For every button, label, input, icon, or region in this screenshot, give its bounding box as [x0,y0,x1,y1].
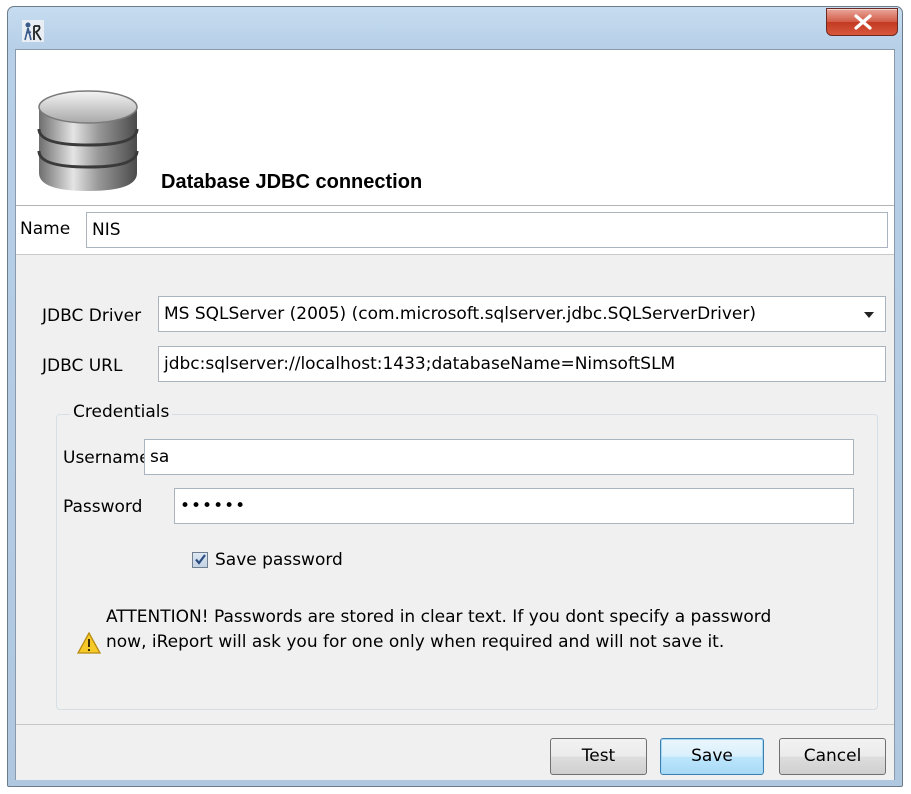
ireport-app-icon [22,20,44,42]
chevron-down-icon [864,312,874,318]
save-password-checkbox[interactable] [192,552,208,568]
warning-triangle-icon [77,632,101,654]
close-x-icon [854,14,872,30]
dialog-window: Database JDBC connection Name NIS JDBC D… [7,6,903,787]
jdbc-url-label: JDBC URL [42,356,123,376]
cancel-button[interactable]: Cancel [779,738,886,775]
button-bar: Test Save Cancel [16,724,894,780]
checkmark-icon [195,554,206,565]
credentials-legend: Credentials [70,402,173,422]
dialog-content: Database JDBC connection Name NIS JDBC D… [15,49,895,780]
close-button[interactable] [826,8,898,36]
username-label: Username [63,448,150,468]
jdbc-driver-label: JDBC Driver [42,306,142,326]
dialog-title: Database JDBC connection [161,171,423,193]
title-bar[interactable] [8,7,902,49]
name-row: Name NIS [16,206,894,255]
name-label: Name [20,219,71,239]
save-password-label[interactable]: Save password [215,550,343,570]
password-input[interactable]: •••••• [174,488,854,524]
jdbc-driver-select[interactable]: MS SQLServer (2005) (com.microsoft.sqlse… [158,296,886,332]
username-input[interactable]: sa [144,439,854,475]
save-button[interactable]: Save [660,738,764,775]
header-panel: Database JDBC connection [16,50,894,206]
test-button[interactable]: Test [550,738,647,775]
password-label: Password [63,497,143,517]
password-warning-text: ATTENTION! Passwords are stored in clear… [106,607,772,652]
jdbc-url-input[interactable]: jdbc:sqlserver://localhost:1433;database… [158,346,886,382]
name-input[interactable]: NIS [86,212,888,248]
database-icon [37,90,139,191]
jdbc-driver-value: MS SQLServer (2005) (com.microsoft.sqlse… [164,304,757,324]
